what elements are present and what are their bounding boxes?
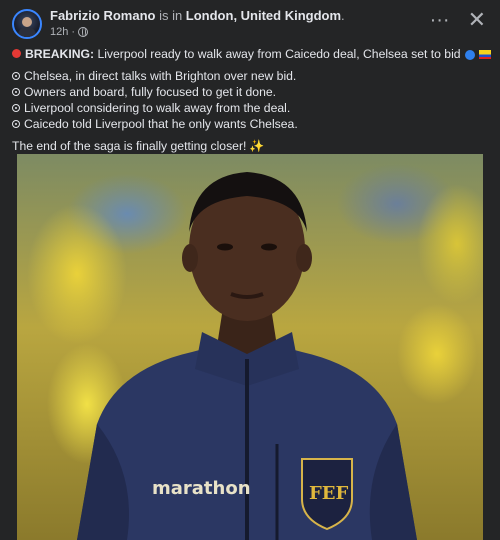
bullet-line: Liverpool considering to walk away from … [12,100,488,116]
ear-left [182,244,198,272]
bullet-text: Chelsea, in direct talks with Brighton o… [24,69,297,83]
bullet-text: Caicedo told Liverpool that he only want… [24,117,298,131]
eye-left [217,243,233,251]
closing-text: The end of the saga is finally getting c… [12,139,247,153]
time-separator: · [71,26,76,39]
jacket-brand-text: marathon [152,478,251,499]
globe-icon [78,27,89,38]
bullet-text: Owners and board, fully focused to get i… [24,85,277,99]
breaking-label: BREAKING: [25,47,95,61]
post-card: Fabrizio Romano is in London, United Kin… [0,0,500,540]
post-time-line: 12h · [50,26,345,39]
post-timestamp[interactable]: 12h [50,26,68,39]
bullet-line: Owners and board, fully focused to get i… [12,84,488,100]
post-header: Fabrizio Romano is in London, United Kin… [12,8,345,40]
title-period: . [341,8,345,24]
player-illustration: marathon FEF [77,172,417,540]
eye-right [261,243,277,251]
close-icon[interactable]: ✕ [468,9,486,31]
ecuador-flag-icon [478,50,491,60]
bullet-icon [12,119,20,128]
headline-text: Liverpool ready to walk away from Caiced… [94,47,461,61]
crest-text: FEF [309,483,348,504]
ear-right [296,244,312,272]
author-avatar[interactable] [12,9,42,39]
siren-icon [12,49,21,59]
post-text: BREAKING: Liverpool ready to walk away f… [12,46,491,154]
more-options-icon[interactable]: ··· [430,10,450,30]
closing-line: The end of the saga is finally getting c… [12,138,488,154]
bullet-icon [12,71,20,80]
blue-circle-icon [464,49,475,60]
bullet-icon [12,103,20,112]
post-actions: ··· ✕ [430,9,486,31]
sparkles-icon: ✨ [249,139,265,153]
bullet-line: Chelsea, in direct talks with Brighton o… [12,68,488,84]
author-name[interactable]: Fabrizio Romano [50,8,155,23]
post-title-line: Fabrizio Romano is in London, United Kin… [50,8,345,24]
headline-line: BREAKING: Liverpool ready to walk away f… [12,46,491,62]
post-meta: Fabrizio Romano is in London, United Kin… [50,8,345,39]
bullet-line: Caicedo told Liverpool that he only want… [12,116,488,132]
location-link[interactable]: London, United Kingdom [186,8,341,23]
is-in-text: is in [155,8,186,24]
bullet-icon [12,87,20,96]
bullet-text: Liverpool considering to walk away from … [24,101,291,115]
post-photo[interactable]: marathon FEF [17,154,483,540]
